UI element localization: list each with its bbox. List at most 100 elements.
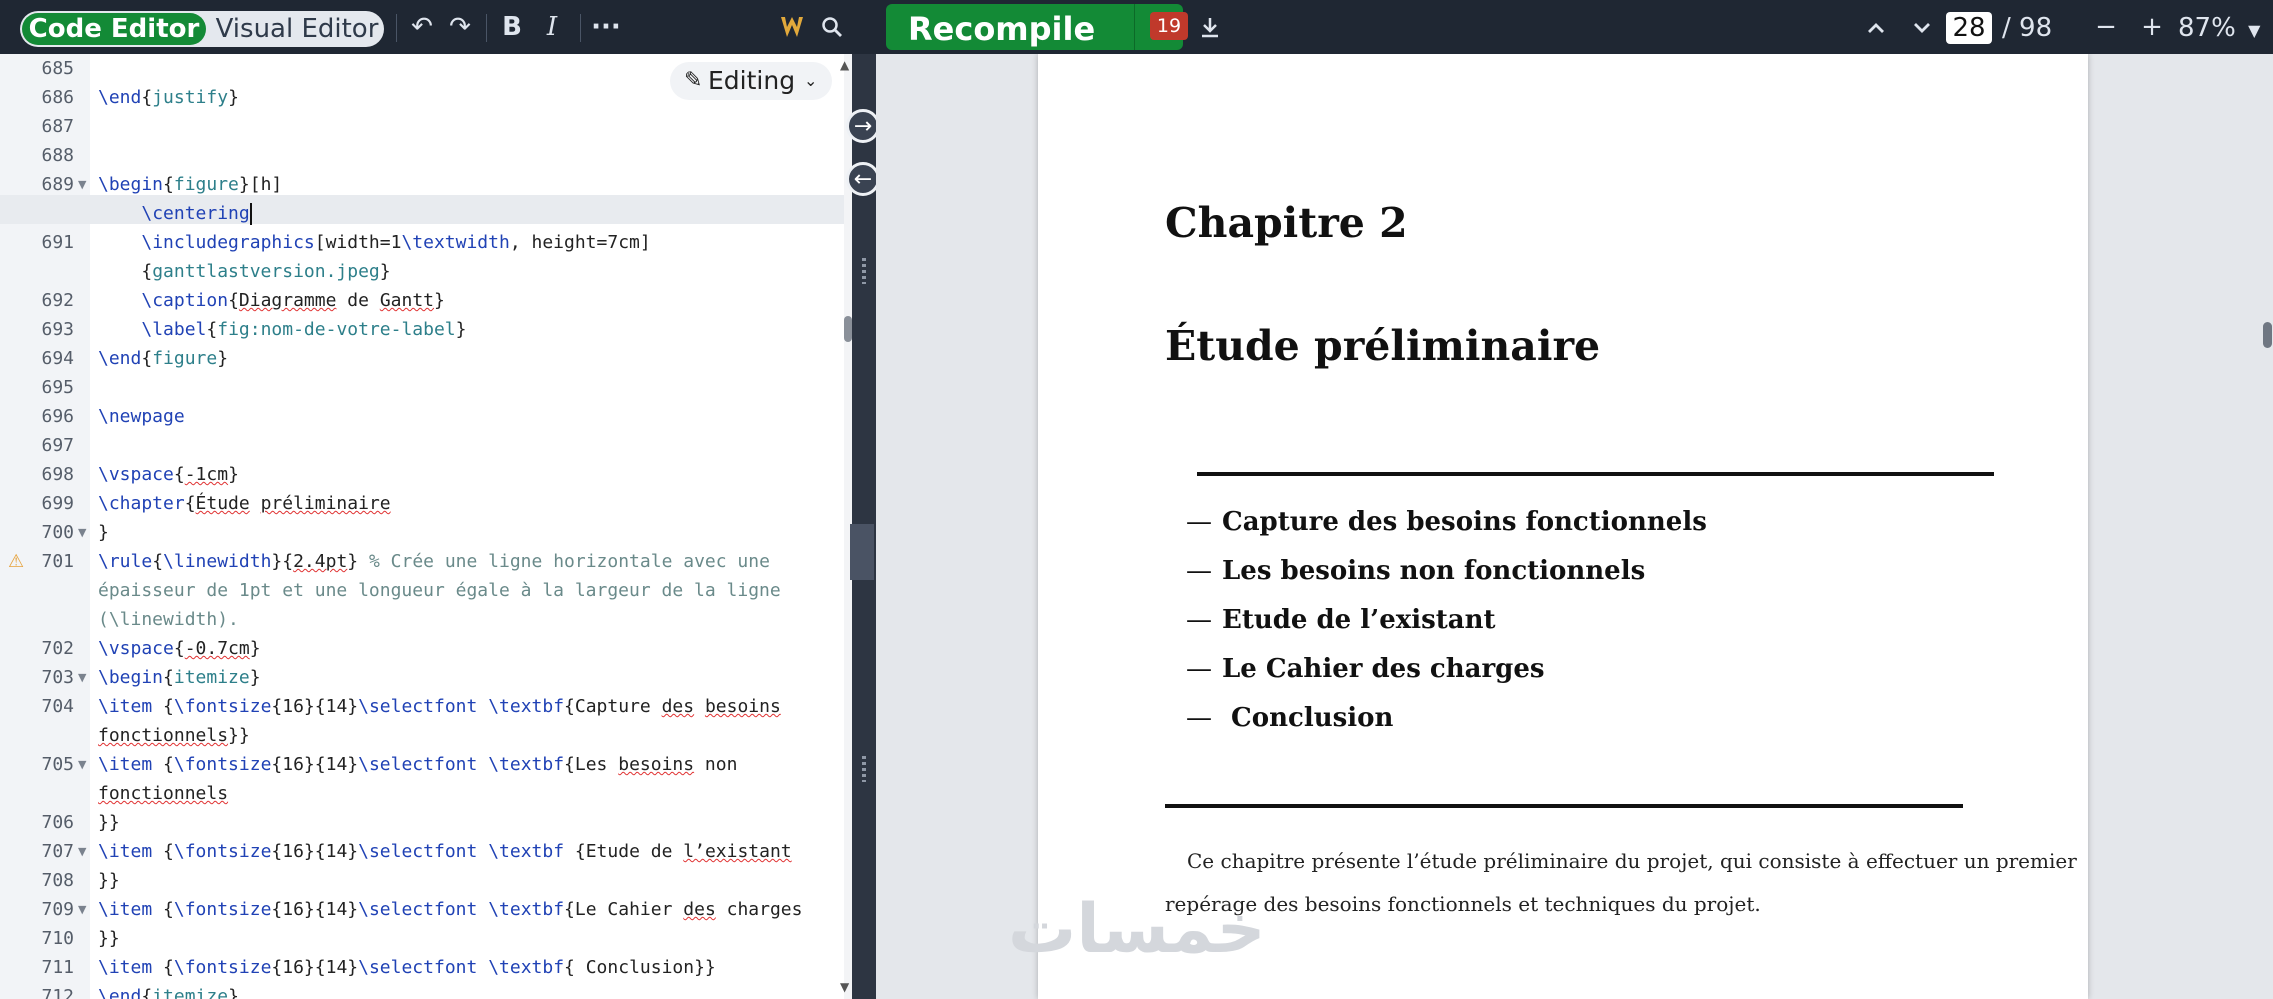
fold-toggle-icon[interactable]: ▼: [78, 750, 86, 779]
chapter-label: Chapitre 2: [1165, 199, 1408, 247]
code-line[interactable]: \vspace{-0.7cm}: [98, 634, 261, 663]
fold-toggle-icon[interactable]: ▼: [78, 663, 86, 692]
splitter-grip[interactable]: [862, 756, 866, 782]
pane-splitter[interactable]: → ←: [846, 54, 880, 999]
warning-icon[interactable]: ⚠: [8, 547, 24, 576]
toolbar-divider: [396, 14, 397, 42]
code-line[interactable]: \end{itemize}: [98, 982, 239, 999]
line-number: 686: [41, 87, 74, 108]
code-line[interactable]: \label{fig:nom-de-votre-label}: [98, 315, 466, 344]
code-line[interactable]: \centering: [98, 199, 252, 228]
recompile-button[interactable]: Recompile: [886, 4, 1134, 50]
page-number-input[interactable]: [1946, 12, 1992, 44]
code-line[interactable]: }: [98, 518, 109, 547]
editor-toolbar: Code Editor Visual Editor ↶ ↷ B I ···: [0, 0, 876, 54]
code-line[interactable]: \item {\fontsize{16}{14}\selectfont \tex…: [98, 750, 737, 779]
horizontal-rule: [1165, 804, 1963, 808]
toolbar-divider: [486, 14, 487, 42]
chapter-outline-label: Etude de l’existant: [1222, 605, 1496, 635]
overleaf-app: Code Editor Visual Editor ↶ ↷ B I ··· Re…: [0, 0, 2273, 999]
editing-mode-dropdown[interactable]: ✎ Editing ⌄: [670, 62, 832, 100]
line-number: 710: [41, 928, 74, 949]
line-number: 697: [41, 435, 74, 456]
next-page-icon[interactable]: [1904, 9, 1940, 45]
code-line[interactable]: \caption{Diagramme de Gantt}: [98, 286, 444, 315]
search-icon[interactable]: [814, 9, 850, 45]
line-number: 692: [41, 290, 74, 311]
sync-to-pdf-icon[interactable]: →: [846, 109, 880, 143]
code-line[interactable]: \end{justify}: [98, 83, 239, 112]
code-line[interactable]: épaisseur de 1pt et une longueur égale à…: [98, 576, 781, 605]
watermark: خمسات: [1008, 890, 1266, 969]
code-line[interactable]: \item {\fontsize{16}{14}\selectfont \tex…: [98, 953, 716, 982]
code-line[interactable]: \begin{itemize}: [98, 663, 261, 692]
code-line[interactable]: fonctionnels}}: [98, 721, 250, 750]
zoom-in-button[interactable]: +: [2134, 9, 2170, 45]
line-number: 706: [41, 812, 74, 833]
toolbar-divider: [580, 14, 581, 42]
logs-button[interactable]: 19: [1150, 12, 1188, 40]
code-line[interactable]: \vspace{-1cm}: [98, 460, 239, 489]
code-line[interactable]: }}: [98, 924, 120, 953]
sync-to-code-icon[interactable]: ←: [846, 162, 880, 196]
list-dash: —: [1186, 654, 1212, 684]
code-line[interactable]: \begin{figure}[h]: [98, 170, 282, 199]
line-number: 694: [41, 348, 74, 369]
pdf-scrollbar[interactable]: [2262, 54, 2273, 999]
fold-toggle-icon[interactable]: ▼: [78, 837, 86, 866]
code-line[interactable]: }}: [98, 866, 120, 895]
chapter-outline-item: — Le Cahier des charges: [1186, 654, 1545, 684]
code-line[interactable]: (\linewidth).: [98, 605, 239, 634]
code-line[interactable]: fonctionnels: [98, 779, 228, 808]
fold-toggle-icon[interactable]: ▼: [78, 895, 86, 924]
chapter-outline-label: Conclusion: [1222, 703, 1394, 733]
code-line[interactable]: {ganttlastversion.jpeg}: [98, 257, 390, 286]
scroll-down-icon[interactable]: ▼: [840, 980, 849, 994]
visual-editor-button[interactable]: Visual Editor: [210, 11, 384, 47]
chevron-down-icon: ▼: [2248, 21, 2261, 40]
more-button[interactable]: ···: [588, 9, 624, 45]
pdf-preview[interactable]: Chapitre 2 Étude préliminaire — Capture d…: [876, 54, 2273, 999]
code-editor-button[interactable]: Code Editor: [22, 13, 206, 45]
line-number: 707: [41, 841, 74, 862]
scroll-up-icon[interactable]: ▲: [840, 58, 849, 72]
list-dash: —: [1186, 703, 1212, 733]
previous-page-icon[interactable]: [1858, 9, 1894, 45]
recompile-label: Recompile: [908, 10, 1096, 48]
code-editor[interactable]: 685686687688689▼690691692693694695696697…: [0, 54, 852, 999]
splitter-grip[interactable]: [862, 258, 866, 284]
download-icon[interactable]: [1192, 9, 1228, 45]
chapter-outline-item: — Etude de l’existant: [1186, 605, 1496, 635]
code-line[interactable]: \includegraphics[width=1\textwidth, heig…: [98, 228, 650, 257]
chapter-outline-item: — Capture des besoins fonctionnels: [1186, 507, 1707, 537]
pdf-page: Chapitre 2 Étude préliminaire — Capture d…: [1008, 54, 2088, 999]
pdf-toolbar: Recompile 19 / 98 − + 87% ▼: [876, 0, 2273, 54]
zoom-dropdown[interactable]: 87% ▼: [2178, 9, 2260, 50]
code-line[interactable]: \end{figure}: [98, 344, 228, 373]
fold-toggle-icon[interactable]: ▼: [78, 518, 86, 547]
code-line[interactable]: \item {\fontsize{16}{14}\selectfont \tex…: [98, 837, 792, 866]
code-line[interactable]: \item {\fontsize{16}{14}\selectfont \tex…: [98, 895, 802, 924]
code-line[interactable]: \rule{\linewidth}{2.4pt} % Crée une lign…: [98, 547, 770, 576]
redo-icon[interactable]: ↷: [442, 9, 478, 45]
code-line[interactable]: \item {\fontsize{16}{14}\selectfont \tex…: [98, 692, 781, 721]
text-caret: [249, 203, 252, 225]
line-number: 698: [41, 464, 74, 485]
bold-button[interactable]: B: [494, 9, 530, 45]
pencil-icon: ✎: [684, 68, 703, 93]
line-number: 696: [41, 406, 74, 427]
code-line[interactable]: \chapter{Étude préliminaire: [98, 489, 391, 518]
code-line[interactable]: \newpage: [98, 402, 185, 431]
undo-icon[interactable]: ↶: [404, 9, 440, 45]
errors-badge: 19: [1150, 12, 1188, 40]
pdf-scroll-thumb[interactable]: [2263, 322, 2272, 348]
editor-scroll-thumb[interactable]: [844, 316, 852, 342]
collapse-pdf-handle[interactable]: [850, 524, 874, 580]
italic-button[interactable]: I: [534, 9, 570, 45]
zoom-out-button[interactable]: −: [2088, 9, 2124, 45]
line-number: 687: [41, 116, 74, 137]
code-line[interactable]: }}: [98, 808, 120, 837]
page-total: / 98: [2002, 13, 2053, 43]
writefull-icon[interactable]: [774, 9, 810, 45]
list-dash: —: [1186, 507, 1212, 537]
